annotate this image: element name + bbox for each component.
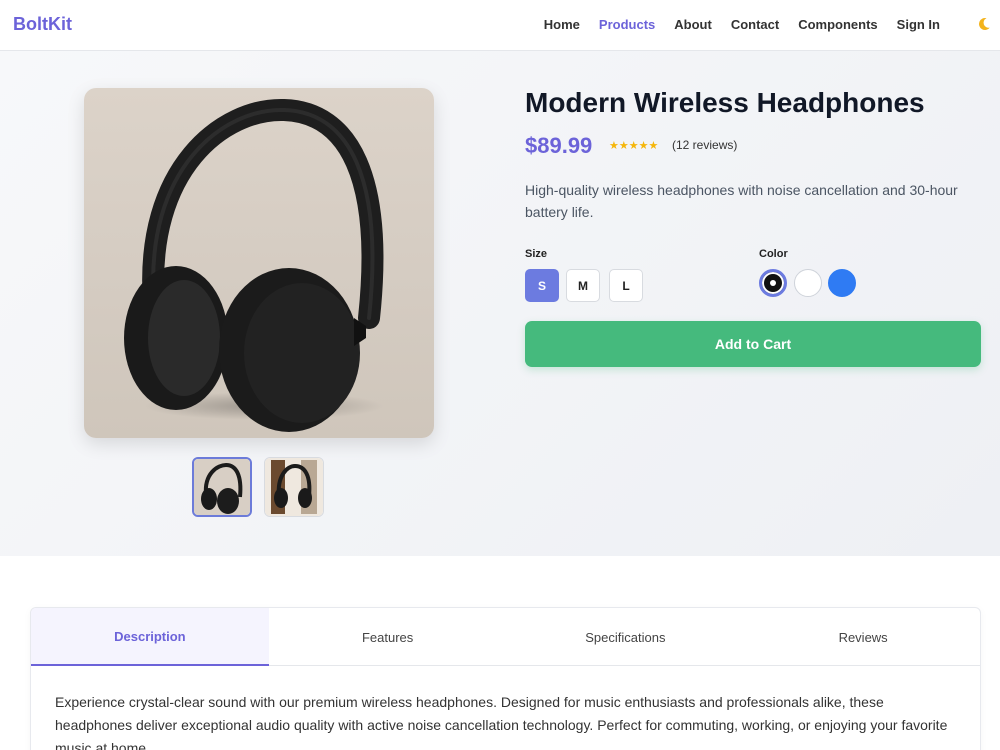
brand-logo[interactable]: BoltKit xyxy=(13,14,72,35)
nav-link-sign-in[interactable]: Sign In xyxy=(897,17,940,32)
product-title: Modern Wireless Headphones xyxy=(525,87,925,118)
nav-link-contact[interactable]: Contact xyxy=(731,17,779,32)
tab-description[interactable]: Description xyxy=(31,608,269,666)
tab-bar: Description Features Specifications Revi… xyxy=(31,608,980,666)
nav-link-products[interactable]: Products xyxy=(599,17,655,32)
product-main-image xyxy=(84,88,434,438)
nav-link-components[interactable]: Components xyxy=(798,17,877,32)
headphones-thumbnail-image xyxy=(194,459,250,515)
add-to-cart-button[interactable]: Add to Cart xyxy=(525,321,981,367)
size-option-s[interactable]: S xyxy=(525,269,559,302)
nav-link-home[interactable]: Home xyxy=(544,17,580,32)
product-price: $89.99 xyxy=(525,133,593,158)
size-label: Size xyxy=(525,248,548,260)
nav-links: Home Products About Contact Components S… xyxy=(544,17,940,32)
thumbnail-1[interactable] xyxy=(192,457,252,517)
headphones-image xyxy=(124,98,384,432)
tab-specifications[interactable]: Specifications xyxy=(507,608,745,666)
product-hero: Modern Wireless Headphones $89.99 ★★★★★ … xyxy=(0,51,1000,556)
color-swatch-white[interactable] xyxy=(794,269,822,297)
tab-description-content: Experience crystal-clear sound with our … xyxy=(55,694,948,750)
thumbnail-2[interactable] xyxy=(264,457,324,517)
size-option-l[interactable]: L xyxy=(609,269,643,302)
product-description: High-quality wireless headphones with no… xyxy=(525,182,958,220)
color-swatch-blue[interactable] xyxy=(828,269,856,297)
tab-reviews[interactable]: Reviews xyxy=(744,608,980,666)
nav-link-about[interactable]: About xyxy=(674,17,712,32)
headphones-lifestyle-thumbnail-image xyxy=(265,458,323,516)
color-label: Color xyxy=(759,248,788,260)
top-navbar: BoltKit Home Products About Contact Comp… xyxy=(0,0,1000,51)
size-option-m[interactable]: M xyxy=(566,269,600,302)
rating-stars: ★★★★★ xyxy=(609,140,659,152)
tab-features[interactable]: Features xyxy=(269,608,507,666)
review-count[interactable]: (12 reviews) xyxy=(672,138,737,152)
moon-icon[interactable] xyxy=(976,16,992,32)
selected-indicator xyxy=(770,280,776,286)
color-swatch-black[interactable] xyxy=(759,269,787,297)
